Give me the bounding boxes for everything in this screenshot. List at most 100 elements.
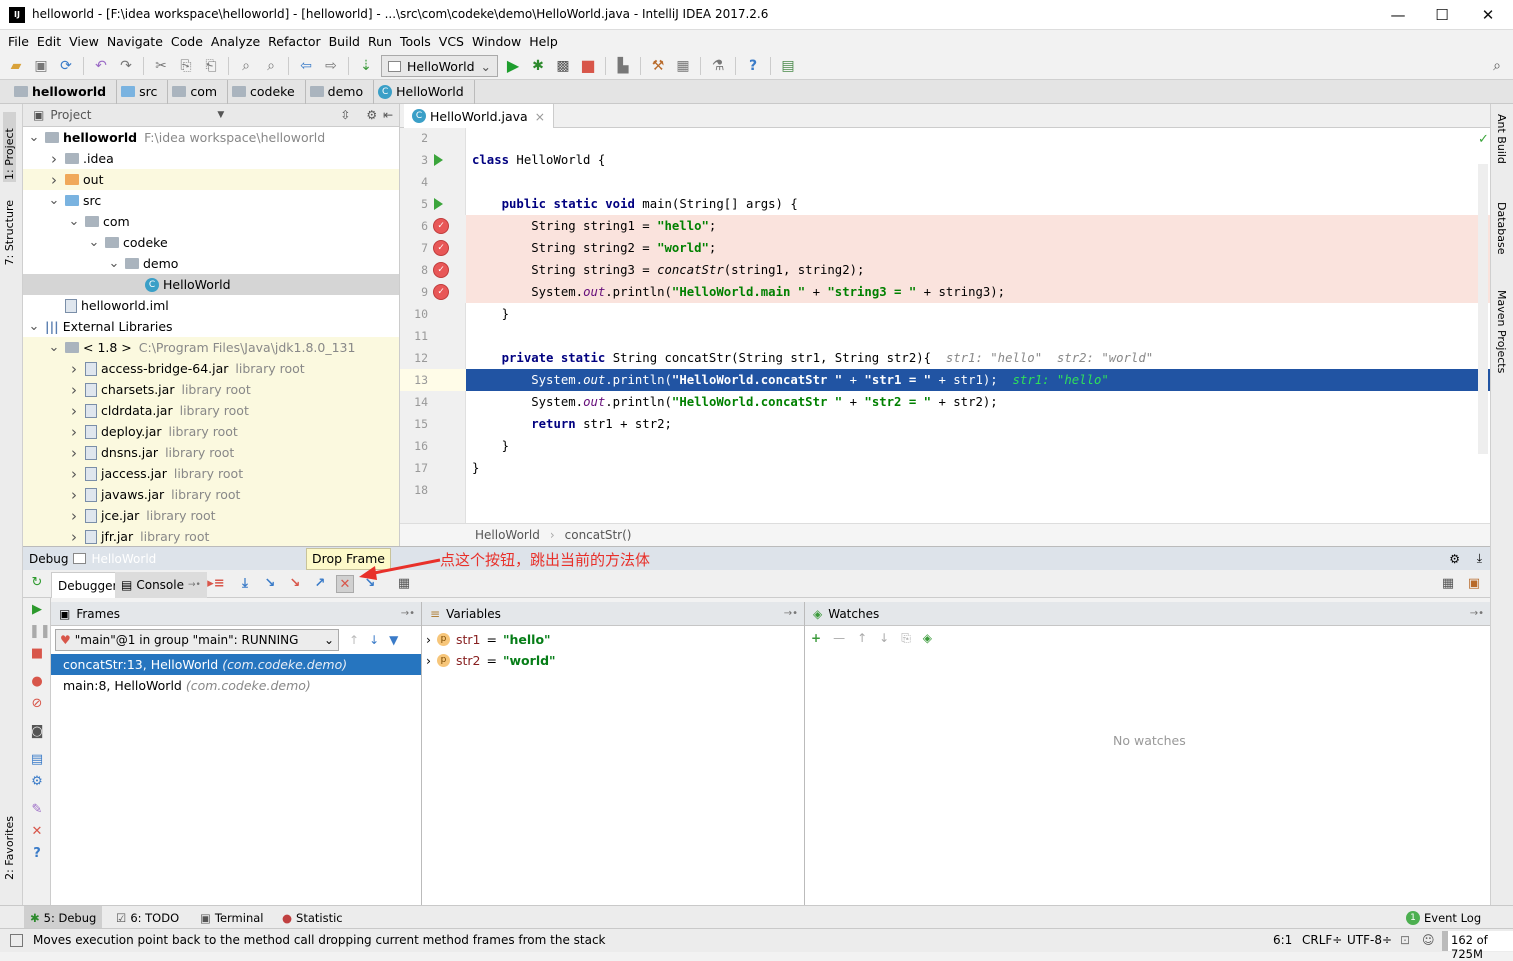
chevron-right-icon[interactable]: ›	[426, 632, 431, 647]
close-tab-icon[interactable]: ×	[535, 109, 545, 124]
tool-tab-todo[interactable]: ☑ 6: TODO	[110, 906, 185, 929]
close-button[interactable]: ✕	[1473, 4, 1503, 26]
chevron-right-icon[interactable]: ›	[67, 360, 81, 378]
caret-position[interactable]: 6:1	[1273, 933, 1292, 947]
toggle-tool-windows-icon[interactable]	[10, 934, 23, 947]
redo-icon[interactable]: ↷	[116, 56, 136, 76]
chevron-right-icon[interactable]: ›	[67, 486, 81, 504]
breakpoint-icon[interactable]: ✓	[433, 240, 449, 256]
search-everywhere-icon[interactable]: ⌕	[1487, 56, 1507, 76]
maximize-button[interactable]: ☐	[1427, 4, 1457, 26]
tree-item[interactable]: C HelloWorld	[23, 274, 399, 295]
menu-help[interactable]: Help	[525, 34, 562, 49]
chevron-down-icon[interactable]: ⌄	[87, 235, 101, 250]
replace-icon[interactable]: ⌕	[261, 56, 281, 76]
remove-watch-icon[interactable]: —	[833, 631, 845, 645]
tab-favorites[interactable]: 2: Favorites	[3, 816, 16, 880]
pin-icon[interactable]: →•	[784, 608, 798, 619]
rerun-icon[interactable]: ↻	[29, 575, 45, 591]
crumb-method[interactable]: concatStr()	[565, 528, 632, 542]
thread-select[interactable]: ♥ "main"@1 in group "main": RUNNING ⌄	[55, 629, 339, 651]
step-out-icon[interactable]: ↗	[311, 575, 329, 593]
attach-icon[interactable]: ▙	[613, 56, 633, 76]
tab-console[interactable]: ▤ Console →•	[115, 572, 207, 598]
undo-icon[interactable]: ↶	[91, 56, 111, 76]
copy-icon[interactable]: ⎘	[176, 56, 196, 76]
pin-icon[interactable]: →•	[1470, 608, 1484, 619]
menu-code[interactable]: Code	[167, 34, 207, 49]
pin-icon[interactable]: →•	[401, 608, 415, 619]
tree-item[interactable]: ⌄ codeke	[23, 232, 399, 253]
editor-scrollbar[interactable]	[1478, 164, 1488, 454]
chevron-down-icon[interactable]: ▼	[217, 110, 224, 120]
chevron-right-icon[interactable]: ›	[67, 465, 81, 483]
lock-icon[interactable]: ⊡	[1400, 933, 1410, 947]
tool-tab-terminal[interactable]: ▣ Terminal	[194, 906, 269, 929]
sync-icon[interactable]: ⟳	[56, 56, 76, 76]
menu-vcs[interactable]: VCS	[435, 34, 468, 49]
help-icon[interactable]: ?	[29, 846, 45, 862]
breadcrumb-item[interactable]: C HelloWorld	[374, 79, 475, 104]
menu-navigate[interactable]: Navigate	[103, 34, 167, 49]
chevron-down-icon[interactable]: ⌄	[47, 340, 61, 355]
breadcrumb-item[interactable]: demo	[306, 79, 375, 104]
code-line[interactable]: 16 }	[400, 435, 1490, 457]
code-line[interactable]: 8 ✓ String string3 = concatStr(string1, s…	[400, 259, 1490, 281]
code-line[interactable]: 10 }	[400, 303, 1490, 325]
tree-item[interactable]: › out	[23, 169, 399, 190]
step-over-icon[interactable]: ⤓	[236, 575, 254, 593]
chevron-down-icon[interactable]: ⌄	[27, 130, 41, 145]
chevron-right-icon[interactable]: ›	[67, 423, 81, 441]
cut-icon[interactable]: ✂	[151, 56, 171, 76]
settings-wrench-icon[interactable]: ⚒	[648, 56, 668, 76]
tree-item[interactable]: ⌄ com	[23, 211, 399, 232]
hector-icon[interactable]: ☺	[1422, 933, 1435, 947]
file-encoding[interactable]: UTF-8÷	[1347, 933, 1392, 947]
help-icon[interactable]: ?	[743, 56, 763, 76]
variable-item[interactable]: › p str1 = "hello"	[422, 629, 804, 650]
mute-breakpoints-icon[interactable]: ⊘	[29, 696, 45, 712]
tree-item[interactable]: › cldrdata.jar library root	[23, 400, 399, 421]
settings-icon[interactable]: ⚙	[29, 774, 45, 790]
close-icon[interactable]: ✕	[29, 824, 45, 840]
frame-item[interactable]: concatStr:13, HelloWorld (com.codeke.dem…	[51, 654, 421, 675]
chevron-down-icon[interactable]: ⌄	[107, 256, 121, 271]
stop-icon[interactable]: ■	[578, 56, 598, 76]
drop-frame-button[interactable]: ✕	[336, 575, 354, 593]
debug-icon[interactable]: ✱	[528, 56, 548, 76]
menu-build[interactable]: Build	[325, 34, 364, 49]
restore-layout-icon[interactable]: ▦	[1439, 575, 1457, 593]
code-line[interactable]: 5 public static void main(String[] args)…	[400, 193, 1490, 215]
vcs-icon[interactable]: ⚗	[708, 56, 728, 76]
code-line[interactable]: 9 ✓ System.out.println("HelloWorld.main "…	[400, 281, 1490, 303]
breadcrumb-item[interactable]: com	[168, 79, 229, 104]
tree-item[interactable]: ⌄ helloworld F:\idea workspace\helloworld	[23, 127, 399, 148]
chevron-right-icon[interactable]: ›	[47, 171, 61, 189]
collapse-icon[interactable]: ⇳	[340, 108, 350, 122]
layout-settings-icon[interactable]: ▣	[1465, 575, 1483, 593]
tool-tab-debug[interactable]: ✱ 5: Debug	[24, 906, 103, 929]
tab-ant-build[interactable]: Ant Build	[1495, 114, 1508, 164]
debug-config-tab[interactable]: HelloWorld	[91, 552, 156, 566]
tool-tab-statistic[interactable]: ● Statistic	[276, 906, 349, 929]
chevron-down-icon[interactable]: ⌄	[27, 319, 41, 334]
chevron-right-icon[interactable]: ›	[67, 507, 81, 525]
menu-run[interactable]: Run	[364, 34, 396, 49]
stop-icon[interactable]: ■	[29, 646, 45, 662]
code-line[interactable]: 14 System.out.println("HelloWorld.concat…	[400, 391, 1490, 413]
breakpoint-icon[interactable]: ✓	[433, 262, 449, 278]
filter-icon[interactable]: ▼	[389, 633, 398, 647]
chevron-right-icon[interactable]: ›	[426, 653, 431, 668]
code-line[interactable]: 18	[400, 479, 1490, 501]
move-up-icon[interactable]: ↑	[857, 631, 867, 645]
run-gutter-icon[interactable]	[434, 198, 443, 210]
tree-item[interactable]: › access-bridge-64.jar library root	[23, 358, 399, 379]
breakpoint-icon[interactable]: ✓	[433, 218, 449, 234]
watch-settings-icon[interactable]: ◈	[923, 631, 932, 645]
code-line[interactable]: 13 System.out.println("HelloWorld.concat…	[400, 369, 1490, 391]
coverage-icon[interactable]: ▩	[553, 56, 573, 76]
breadcrumb-item[interactable]: codeke	[228, 79, 306, 104]
chevron-down-icon[interactable]: ⌄	[67, 214, 81, 229]
project-view-select[interactable]: Project	[50, 108, 91, 122]
frame-item[interactable]: main:8, HelloWorld (com.codeke.demo)	[51, 675, 421, 696]
